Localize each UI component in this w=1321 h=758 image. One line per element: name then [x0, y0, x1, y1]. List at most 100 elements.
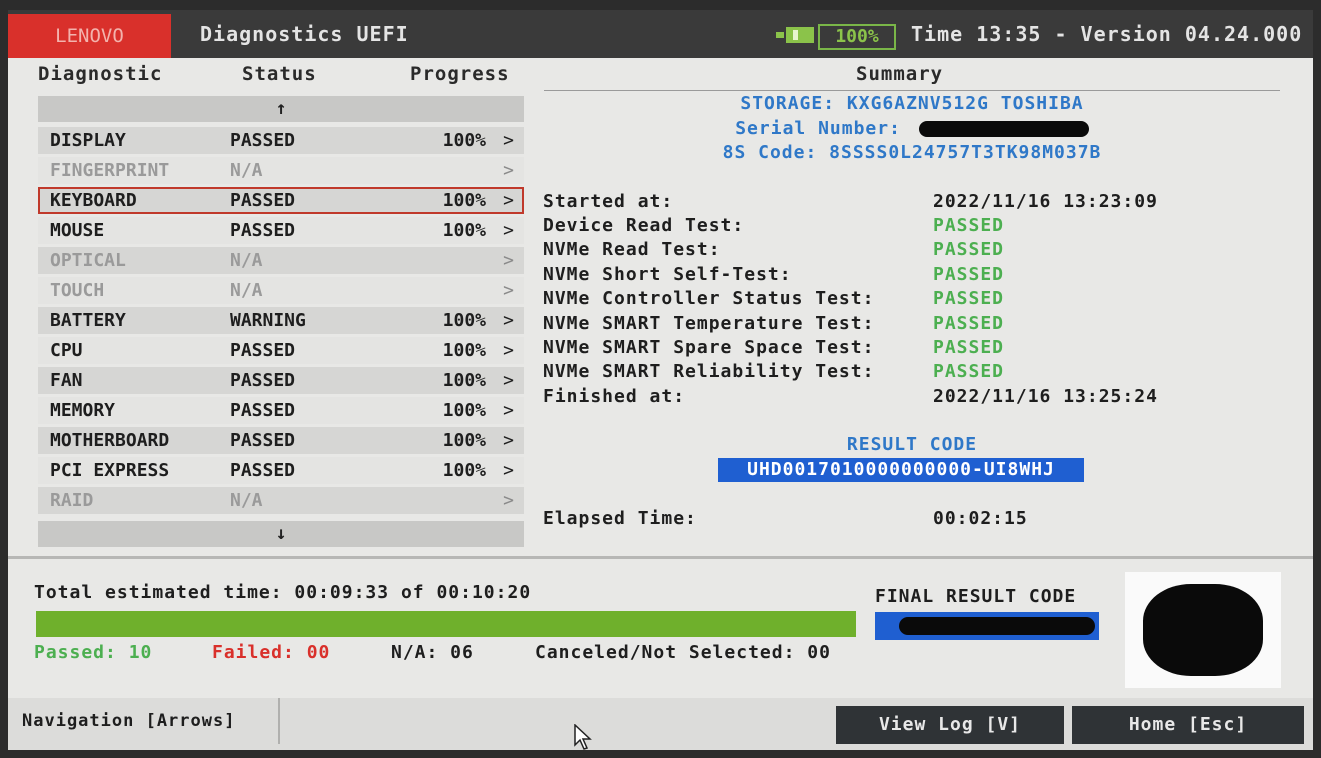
- finished-at-row: Finished at: 2022/11/16 13:25:24: [543, 386, 1157, 407]
- qr-code: [1125, 572, 1281, 688]
- summary-label: Finished at:: [543, 386, 686, 407]
- summary-value: PASSED: [933, 239, 1005, 260]
- section-divider: [8, 556, 1313, 559]
- serial-number-label: Serial Number:: [735, 118, 901, 139]
- summary-value: PASSED: [933, 264, 1005, 285]
- home-button[interactable]: Home [Esc]: [1072, 706, 1304, 744]
- list-item-keyboard[interactable]: KEYBOARD PASSED 100% >: [38, 187, 524, 214]
- diagnostic-name: FAN: [50, 370, 83, 391]
- column-header-diagnostic: Diagnostic: [38, 63, 163, 85]
- diagnostic-name: TOUCH: [50, 280, 105, 301]
- list-item-fan[interactable]: FAN PASSED 100% >: [38, 367, 524, 394]
- nvme-smart-temperature-test-row: NVMe SMART Temperature Test: PASSED: [543, 313, 1003, 334]
- diagnostic-status: PASSED: [230, 460, 296, 481]
- diagnostic-name: MEMORY: [50, 400, 116, 421]
- list-item-raid[interactable]: RAID N/A >: [38, 487, 524, 514]
- diagnostic-progress: 100%: [442, 220, 486, 241]
- elapsed-time-row: Elapsed Time: 00:02:15: [543, 508, 1027, 529]
- diagnostic-progress: 100%: [442, 190, 486, 211]
- chevron-right-icon: >: [503, 430, 514, 451]
- app-title: Diagnostics UEFI: [200, 22, 409, 46]
- elapsed-time-value: 00:02:15: [933, 508, 1028, 529]
- nvme-controller-status-test-row: NVMe Controller Status Test: PASSED: [543, 288, 1003, 309]
- device-read-test-row: Device Read Test: PASSED: [543, 215, 1003, 236]
- diagnostic-name: OPTICAL: [50, 250, 126, 271]
- diagnostic-name: KEYBOARD: [50, 190, 137, 211]
- battery-icon: [776, 27, 816, 43]
- diagnostic-progress: 100%: [442, 460, 486, 481]
- summary-value: PASSED: [933, 288, 1005, 309]
- result-code: UHD0017010000000000-UI8WHJ: [718, 458, 1084, 482]
- diagnostic-progress: 100%: [442, 340, 486, 361]
- chevron-right-icon: >: [503, 160, 514, 181]
- chevron-right-icon: >: [503, 130, 514, 151]
- list-item-touch[interactable]: TOUCH N/A >: [38, 277, 524, 304]
- list-item-cpu[interactable]: CPU PASSED 100% >: [38, 337, 524, 364]
- list-item-mouse[interactable]: MOUSE PASSED 100% >: [38, 217, 524, 244]
- list-item-motherboard[interactable]: MOTHERBOARD PASSED 100% >: [38, 427, 524, 454]
- nvme-read-test-row: NVMe Read Test: PASSED: [543, 239, 1003, 260]
- diagnostic-name: MOTHERBOARD: [50, 430, 170, 451]
- diagnostic-name: MOUSE: [50, 220, 105, 241]
- diagnostic-name: CPU: [50, 340, 83, 361]
- summary-value: 2022/11/16 13:23:09: [933, 191, 1158, 212]
- column-header-status: Status: [242, 63, 317, 85]
- diagnostic-name: PCI EXPRESS: [50, 460, 170, 481]
- serial-number-redaction: [918, 121, 1089, 137]
- brand-logo: LENOVO: [8, 14, 171, 58]
- qr-code-redaction: [1143, 584, 1263, 676]
- overall-progress-fill: [36, 611, 856, 637]
- serial-number-row: Serial Number:: [544, 118, 1280, 139]
- mouse-cursor-icon: [574, 724, 592, 750]
- navigation-hint: Navigation [Arrows]: [8, 698, 280, 744]
- summary-divider: [544, 90, 1280, 91]
- diagnostic-status: PASSED: [230, 130, 296, 151]
- diagnostic-name: RAID: [50, 490, 94, 511]
- list-item-optical[interactable]: OPTICAL N/A >: [38, 247, 524, 274]
- storage-model: STORAGE: KXG6AZNV512G TOSHIBA: [740, 93, 1084, 114]
- list-item-battery[interactable]: BATTERY WARNING 100% >: [38, 307, 524, 334]
- view-log-button[interactable]: View Log [V]: [836, 706, 1064, 744]
- summary-label: Device Read Test:: [543, 215, 745, 236]
- diagnostic-progress: 100%: [442, 400, 486, 421]
- battery-percent: 100%: [818, 24, 896, 50]
- column-header-summary: Summary: [856, 63, 944, 85]
- chevron-right-icon: >: [503, 310, 514, 331]
- elapsed-time-label: Elapsed Time:: [543, 508, 697, 529]
- chevron-right-icon: >: [503, 400, 514, 421]
- chevron-right-icon: >: [503, 190, 514, 211]
- summary-value: PASSED: [933, 337, 1005, 358]
- canceled-count: Canceled/Not Selected: 00: [535, 642, 831, 663]
- list-item-memory[interactable]: MEMORY PASSED 100% >: [38, 397, 524, 424]
- final-result-code-label: FINAL RESULT CODE: [875, 586, 1077, 607]
- diagnostic-status: N/A: [230, 490, 263, 511]
- diagnostic-status: PASSED: [230, 190, 296, 211]
- diagnostic-status: N/A: [230, 280, 263, 301]
- summary-label: Started at:: [543, 191, 674, 212]
- overall-progress-bar: [36, 611, 856, 637]
- list-item-display[interactable]: DISPLAY PASSED 100% >: [38, 127, 524, 154]
- diagnostic-status: PASSED: [230, 430, 296, 451]
- summary-value: PASSED: [933, 361, 1005, 382]
- total-estimated-time: Total estimated time: 00:09:33 of 00:10:…: [34, 582, 532, 603]
- nvme-smart-spare-space-test-row: NVMe SMART Spare Space Test: PASSED: [543, 337, 1003, 358]
- diagnostic-progress: 100%: [442, 370, 486, 391]
- summary-value: PASSED: [933, 215, 1005, 236]
- column-header-progress: Progress: [410, 63, 510, 85]
- list-item-fingerprint[interactable]: FINGERPRINT N/A >: [38, 157, 524, 184]
- diagnostic-status: PASSED: [230, 400, 296, 421]
- passed-count: Passed: 10: [34, 642, 153, 663]
- summary-label: NVMe SMART Temperature Test:: [543, 313, 875, 334]
- diagnostic-name: FINGERPRINT: [50, 160, 170, 181]
- diagnostic-progress: 100%: [442, 130, 486, 151]
- list-item-pci-express[interactable]: PCI EXPRESS PASSED 100% >: [38, 457, 524, 484]
- chevron-right-icon: >: [503, 370, 514, 391]
- scroll-up-button[interactable]: ↑: [38, 96, 524, 122]
- diagnostic-status: PASSED: [230, 370, 296, 391]
- failed-count: Failed: 00: [212, 642, 331, 663]
- scroll-down-button[interactable]: ↓: [38, 521, 524, 547]
- summary-label: NVMe SMART Spare Space Test:: [543, 337, 875, 358]
- result-code-label: RESULT CODE: [846, 434, 978, 455]
- summary-label: NVMe Controller Status Test:: [543, 288, 875, 309]
- diagnostics-screen: LENOVO Diagnostics UEFI 100% Time 13:35 …: [8, 10, 1313, 750]
